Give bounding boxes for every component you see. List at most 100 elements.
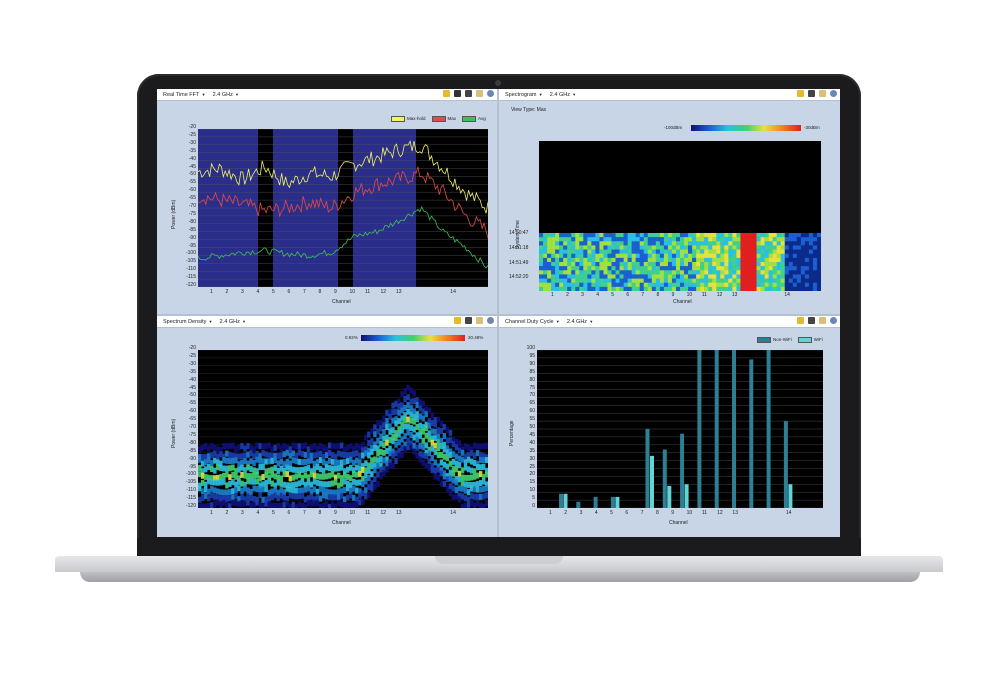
chevron-down-icon[interactable]: ▾ xyxy=(557,319,559,325)
density-cell xyxy=(333,459,338,466)
chevron-down-icon[interactable]: ▾ xyxy=(590,319,592,325)
panel-splitter-vertical[interactable] xyxy=(497,89,499,537)
density-cell xyxy=(306,446,311,453)
duty-bar xyxy=(697,350,702,508)
spectrogram-cell xyxy=(591,270,596,275)
save-icon[interactable] xyxy=(819,90,826,97)
density-cell xyxy=(258,457,262,464)
density-cell xyxy=(409,425,413,432)
spectrogram-band-select[interactable]: 2.4 GHz xyxy=(550,92,570,98)
density-cell xyxy=(421,415,425,422)
density-cell xyxy=(312,486,317,493)
density-cell xyxy=(330,494,335,501)
density-cell xyxy=(336,450,341,457)
folder-icon[interactable] xyxy=(443,90,450,97)
grid-icon[interactable] xyxy=(465,90,472,97)
power-tick: -25 xyxy=(188,352,196,359)
density-colorscale xyxy=(361,335,465,341)
spectrogram-cell xyxy=(752,270,757,275)
density-cell xyxy=(439,437,444,444)
spectrogram-cell xyxy=(579,249,584,255)
density-cell xyxy=(336,459,341,466)
power-tick: -20 xyxy=(188,124,196,130)
panel-splitter-horizontal[interactable] xyxy=(157,314,840,316)
save-icon[interactable] xyxy=(476,317,483,324)
fft-band-select[interactable]: 2.4 GHz xyxy=(213,92,233,98)
channel-tick: 2 xyxy=(225,289,229,295)
spectrogram-cell xyxy=(567,262,572,267)
spectrogram-cell xyxy=(748,282,753,288)
density-cell xyxy=(285,471,290,478)
spectrogram-cell xyxy=(764,249,769,255)
chevron-down-icon[interactable]: ▾ xyxy=(209,319,211,325)
grid-icon[interactable] xyxy=(808,317,815,324)
density-cell xyxy=(436,466,441,473)
chevron-down-icon[interactable]: ▾ xyxy=(540,92,542,98)
density-cell xyxy=(261,486,265,493)
help-icon[interactable] xyxy=(487,90,494,97)
help-icon[interactable] xyxy=(487,317,494,324)
grid-icon[interactable] xyxy=(808,90,815,97)
density-cell xyxy=(198,456,202,463)
spectrogram-cell xyxy=(740,237,745,242)
density-cell xyxy=(361,498,365,505)
spectrogram-cell xyxy=(780,286,786,291)
density-cell xyxy=(391,452,395,459)
folder-icon[interactable] xyxy=(454,317,461,324)
help-icon[interactable] xyxy=(830,90,837,97)
spectrogram-cell xyxy=(603,286,608,291)
density-title[interactable]: Spectrum Density xyxy=(163,319,206,325)
panel-realtime-fft: Real Time FFT ▾ 2.4 GHz ▾ Max-hold Max A… xyxy=(157,89,497,314)
density-xlabel: Channel xyxy=(332,520,351,526)
density-cell xyxy=(237,466,241,473)
spectrogram-cell xyxy=(772,282,777,288)
layout-icon[interactable] xyxy=(454,90,461,97)
density-band-select[interactable]: 2.4 GHz xyxy=(220,319,240,325)
legend-avg: Avg xyxy=(478,116,486,122)
density-cell xyxy=(460,480,465,487)
spectrogram-cell xyxy=(792,282,798,288)
help-icon[interactable] xyxy=(830,317,837,324)
density-cell xyxy=(204,503,208,508)
density-ylabel: Power (dBm) xyxy=(171,418,177,448)
density-cell xyxy=(216,453,220,460)
spectrogram-cell xyxy=(728,253,733,259)
save-icon[interactable] xyxy=(819,317,826,324)
spectrogram-cell xyxy=(551,241,556,246)
grid-icon[interactable] xyxy=(465,317,472,324)
spectrogram-cell xyxy=(675,286,681,291)
chevron-down-icon[interactable]: ▾ xyxy=(243,319,245,325)
density-cell xyxy=(358,452,362,459)
spectrogram-cell xyxy=(800,286,806,291)
density-cell xyxy=(391,462,395,469)
density-cell xyxy=(373,467,377,474)
chevron-down-icon[interactable]: ▾ xyxy=(236,92,238,98)
spectrogram-cell xyxy=(716,257,721,263)
folder-icon[interactable] xyxy=(797,90,804,97)
spectrogram-cell xyxy=(752,237,757,242)
duty-title[interactable]: Channel Duty Cycle xyxy=(505,319,554,325)
density-cell xyxy=(213,467,217,474)
spectrogram-cell xyxy=(539,286,544,291)
spectrogram-cell xyxy=(788,274,794,279)
spectrogram-cell xyxy=(748,233,753,238)
density-cell xyxy=(427,407,431,414)
channel-tick: 1 xyxy=(549,510,552,516)
chevron-down-icon[interactable]: ▾ xyxy=(202,92,204,98)
spectrogram-cell xyxy=(812,286,818,291)
spectrogram-cell xyxy=(543,245,548,250)
chevron-down-icon[interactable]: ▾ xyxy=(573,92,575,98)
spectrogram-cell xyxy=(671,270,677,275)
spectrogram-cell xyxy=(732,270,737,275)
laptop-notch xyxy=(435,556,563,564)
save-icon[interactable] xyxy=(476,90,483,97)
spectrogram-title[interactable]: Spectrogram xyxy=(505,92,537,98)
density-cell xyxy=(472,452,477,459)
density-cell xyxy=(436,452,441,459)
density-cell xyxy=(454,486,459,493)
spectrogram-cell xyxy=(595,253,600,259)
fft-title[interactable]: Real Time FFT xyxy=(163,92,199,98)
duty-band-select[interactable]: 2.4 GHz xyxy=(567,319,587,325)
spectrogram-cell xyxy=(567,282,572,288)
folder-icon[interactable] xyxy=(797,317,804,324)
